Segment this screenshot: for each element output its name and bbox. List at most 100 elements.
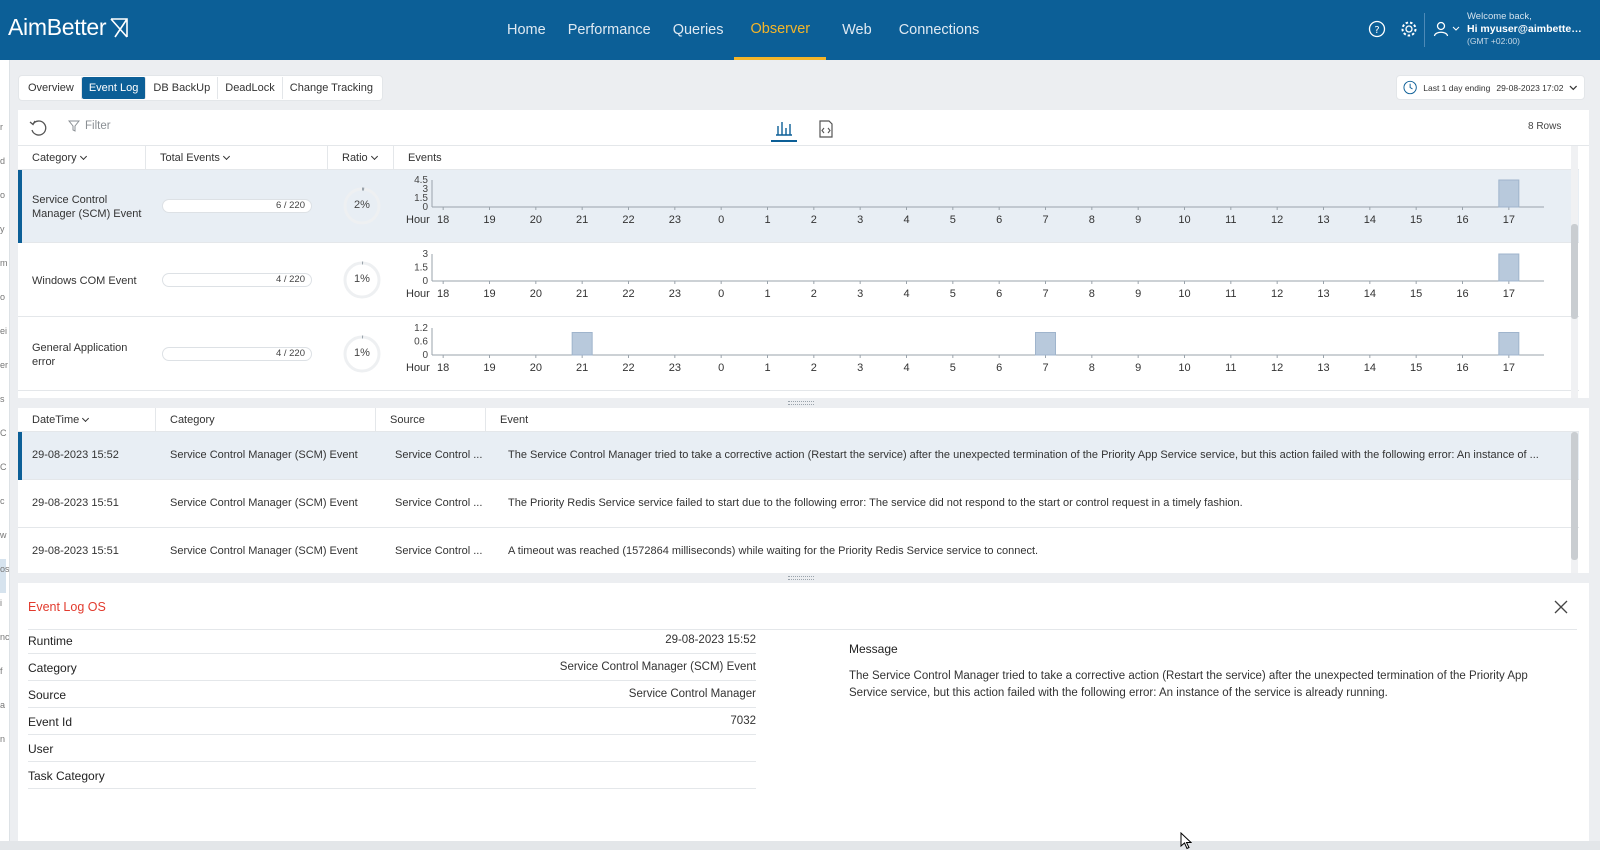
sidebar-clipped-label: er — [0, 360, 9, 370]
x-tick-label: 9 — [1135, 214, 1141, 226]
scrollbar-thumb[interactable] — [1571, 432, 1578, 560]
x-tick-label: 6 — [996, 288, 1002, 300]
time-range-value: 29-08-2023 17:02 — [1496, 82, 1564, 93]
field-key: Category — [28, 661, 77, 675]
x-tick-label: 17 — [1503, 214, 1515, 226]
col-total-events[interactable]: Total Events — [146, 146, 328, 170]
table-row[interactable]: 29-08-2023 15:51 Service Control Manager… — [18, 528, 1579, 576]
col-category[interactable]: Category — [18, 146, 146, 170]
nav-performance[interactable]: Performance — [557, 0, 662, 60]
x-tick-label: 10 — [1178, 288, 1190, 300]
grip-icon — [788, 401, 814, 405]
category-row[interactable]: Service Control Manager (SCM) Event 6 / 2… — [18, 170, 1579, 243]
x-axis-label: Hour — [406, 362, 430, 374]
x-tick-label: 13 — [1317, 288, 1329, 300]
chevron-down-icon — [79, 152, 87, 161]
chart-bar[interactable] — [571, 332, 593, 356]
x-axis-label: Hour — [406, 214, 430, 226]
x-tick-label: 12 — [1271, 362, 1283, 374]
category-row[interactable]: General Application error 4 / 220 1% 1.2 0.6… — [18, 318, 1579, 391]
event-category: Service Control Manager (SCM) Event — [170, 545, 358, 557]
nav-home[interactable]: Home — [496, 0, 557, 60]
x-tick-label: 5 — [950, 214, 956, 226]
grip-icon — [788, 576, 814, 580]
x-tick-label: 4 — [903, 362, 909, 374]
app-logo[interactable]: AimBetter — [8, 14, 129, 41]
x-tick-label: 7 — [1042, 214, 1048, 226]
logo-mark-icon — [110, 17, 129, 38]
tab-event-log[interactable]: Event Log — [81, 77, 147, 99]
detail-field-runtime: Runtime 29-08-2023 15:52 — [28, 627, 756, 654]
sidebar-clipped-label: C — [0, 428, 7, 438]
col-event[interactable]: Event — [486, 408, 528, 432]
y-tick-label: 0 — [422, 276, 428, 287]
gear-icon[interactable] — [1398, 18, 1420, 40]
table-row[interactable]: 29-08-2023 15:51 Service Control Manager… — [18, 480, 1579, 528]
code-file-icon[interactable] — [813, 116, 839, 142]
x-tick-label: 12 — [1271, 214, 1283, 226]
event-datetime: 29-08-2023 15:51 — [32, 545, 119, 557]
x-tick-label: 13 — [1317, 362, 1329, 374]
user-name: Hi myuser@aimbetter.... — [1467, 23, 1585, 35]
table-row[interactable]: 29-08-2023 15:52 Service Control Manager… — [18, 432, 1579, 480]
sidebar-clipped-label: o — [0, 292, 6, 302]
x-tick-label: 22 — [622, 288, 634, 300]
chart-bar[interactable] — [1498, 179, 1520, 208]
ratio-gauge: 1% — [342, 334, 382, 374]
nav-connections[interactable]: Connections — [888, 0, 991, 60]
category-row[interactable]: Windows COM Event 4 / 220 1% 3 1.5 0 Hour 18 19 2… — [18, 244, 1579, 317]
x-tick-label: 23 — [669, 214, 681, 226]
y-tick-label: 1.5 — [414, 263, 428, 274]
refresh-icon[interactable] — [28, 118, 48, 141]
detail-splitter[interactable] — [18, 573, 1589, 583]
left-sidebar-collapsed[interactable]: r d o y m o ei er s C Cc w os i nc f a n — [0, 60, 10, 850]
tab-change-tracking[interactable]: Change Tracking — [283, 77, 380, 99]
x-tick-label: 0 — [718, 288, 724, 300]
svg-text:?: ? — [1374, 25, 1379, 36]
tab-db-backup[interactable]: DB BackUp — [146, 77, 219, 99]
col-source[interactable]: Source — [376, 408, 486, 432]
col-datetime[interactable]: DateTime — [18, 408, 156, 432]
help-icon[interactable]: ? — [1366, 18, 1388, 40]
event-text: The Service Control Manager tried to tak… — [508, 449, 1539, 461]
tab-deadlock[interactable]: DeadLock — [218, 77, 283, 99]
chart-bar[interactable] — [1035, 332, 1056, 356]
field-value: 29-08-2023 15:52 — [665, 634, 756, 646]
time-range-selector[interactable]: Last 1 day ending 29-08-2023 17:02 — [1396, 75, 1585, 100]
sidebar-clipped-label: C — [0, 462, 7, 472]
bar-chart-icon[interactable] — [771, 116, 797, 142]
nav-observer[interactable]: Observer — [734, 0, 827, 60]
close-icon[interactable] — [1553, 599, 1569, 615]
panel-splitter[interactable] — [18, 398, 1589, 408]
x-tick-label: 21 — [576, 214, 588, 226]
col-ratio-label: Ratio — [342, 152, 368, 164]
category-table-header: Category Total Events Ratio Events — [18, 146, 1579, 170]
events-scrollbar[interactable] — [1571, 432, 1578, 573]
category-scrollbar[interactable] — [1571, 146, 1578, 398]
detail-field-source: Source Service Control Manager — [28, 681, 756, 708]
sidebar-clipped-label: a — [0, 700, 6, 710]
col-ratio[interactable]: Ratio — [328, 146, 394, 170]
x-tick-label: 6 — [996, 362, 1002, 374]
nav-web[interactable]: Web — [826, 0, 888, 60]
x-tick-label: 2 — [811, 288, 817, 300]
x-axis-label: Hour — [406, 288, 430, 300]
total-events-bar: 6 / 220 — [162, 199, 312, 213]
chevron-down-icon — [370, 152, 378, 161]
events-hourly-chart: 4.531.50Hour 18 19 20 21 22 23 0 1 2 3 4 5 6 7 8 9 10 11 12… — [406, 175, 1544, 226]
chart-bar[interactable] — [1498, 332, 1520, 356]
ratio-gauge: 2% — [342, 186, 382, 226]
sidebar-clipped-label: d — [0, 156, 6, 166]
col-ev-category[interactable]: Category — [156, 408, 376, 432]
x-tick-label: 1 — [764, 288, 770, 300]
x-tick-label: 23 — [669, 362, 681, 374]
col-category-label: Category — [32, 152, 77, 164]
user-menu[interactable] — [1432, 20, 1460, 38]
chart-bar[interactable] — [1498, 253, 1520, 282]
observer-subtabs: Overview Event Log DB BackUp DeadLock Ch… — [18, 75, 383, 101]
scrollbar-thumb[interactable] — [1571, 224, 1578, 319]
tab-overview[interactable]: Overview — [21, 77, 82, 99]
chevron-down-icon — [82, 414, 90, 423]
filter-button[interactable]: Filter — [68, 120, 111, 132]
nav-queries[interactable]: Queries — [662, 0, 735, 60]
